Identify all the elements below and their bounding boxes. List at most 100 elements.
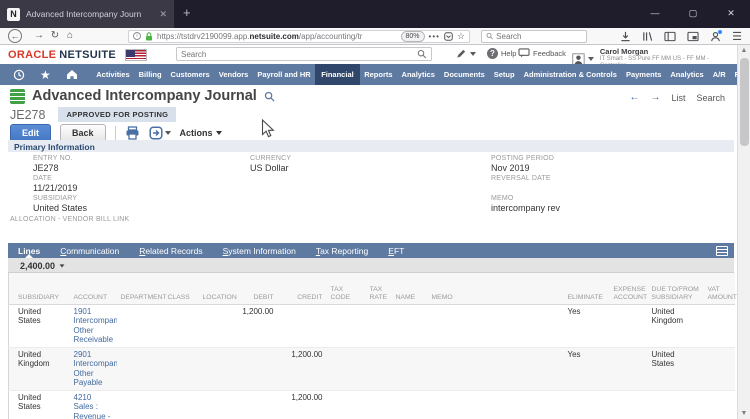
ns-home-icon[interactable] [66, 69, 78, 80]
minimize-icon[interactable]: — [636, 0, 674, 28]
menu-icon[interactable]: ☰ [732, 30, 742, 43]
printer-icon[interactable] [125, 126, 140, 140]
nav-item-activities[interactable]: Activities [92, 64, 134, 85]
field-label: CURRENCY [250, 155, 292, 162]
forward-icon[interactable]: → [33, 28, 45, 44]
actions-button[interactable]: Actions [180, 128, 222, 138]
next-record-icon[interactable]: → [650, 92, 660, 103]
scroll-down-icon[interactable]: ▼ [738, 410, 750, 417]
field-label: MEMO [491, 195, 514, 202]
divider [114, 125, 116, 141]
browser-search-field[interactable] [481, 29, 587, 43]
lines-total-dropdown[interactable]: 2,400.00 [8, 258, 734, 273]
nav-item-vendors[interactable]: Vendors [214, 64, 253, 85]
shortcuts-star-icon[interactable]: ★ [40, 68, 51, 82]
col-vat-amount: VAT AMOUNT [703, 273, 737, 305]
quick-create-button[interactable] [456, 48, 476, 59]
account-icon[interactable] [710, 30, 723, 42]
tab-eft[interactable]: EFT [378, 243, 414, 258]
site-info-icon[interactable]: i [133, 32, 141, 41]
tab-tax-reporting[interactable]: Tax Reporting [306, 243, 378, 258]
nav-item-payments[interactable]: Payments [621, 64, 665, 85]
col-class: CLASS [163, 273, 199, 305]
prev-record-icon[interactable]: ← [629, 92, 639, 103]
nav-item-admin-controls[interactable]: Administration & Controls [519, 64, 621, 85]
cell-eliminate: Yes [563, 347, 610, 391]
browser-tab[interactable]: N Advanced Intercompany Journ ✕ [0, 0, 174, 28]
library-icon[interactable] [642, 31, 653, 42]
quick-create-icon [457, 49, 466, 58]
account-link[interactable]: 2901 Intercompany Other Payable [69, 347, 117, 391]
reload-icon[interactable]: ↻ [49, 28, 61, 44]
nav-item-analytics-2[interactable]: Analytics [666, 64, 708, 85]
nav-item-customers[interactable]: Customers [166, 64, 214, 85]
browser-search-input[interactable] [496, 31, 582, 41]
sublist-layout-icon[interactable] [716, 245, 728, 256]
home-icon[interactable]: ⌂ [64, 28, 76, 44]
tab-system-information[interactable]: System Information [213, 243, 306, 258]
tab-title: Advanced Intercompany Journ [26, 9, 142, 19]
account-link[interactable]: 1901 Intercompany Other Receivable [69, 304, 117, 348]
table-row: United States 4210 Sales : Revenue - Ser… [8, 390, 735, 419]
back-icon[interactable]: ← [8, 29, 22, 43]
global-search-input[interactable] [181, 49, 418, 59]
search-icon [486, 33, 493, 40]
nav-item-documents[interactable]: Documents [439, 64, 489, 85]
account-link[interactable]: 4210 Sales : Revenue - Services [69, 390, 117, 419]
nav-item-financial[interactable]: Financial [315, 64, 360, 85]
record-number: JE278 [10, 107, 46, 122]
application-window: N Advanced Intercompany Journ ✕ + — ▢ ✕ … [0, 0, 750, 419]
picture-in-picture-icon[interactable] [687, 31, 699, 42]
cell-debit [237, 347, 278, 391]
nav-item-setup[interactable]: Setup [489, 64, 519, 85]
nav-item-analytics[interactable]: Analytics [397, 64, 439, 85]
tab-close-icon[interactable]: ✕ [159, 9, 167, 20]
global-search-field[interactable] [176, 47, 432, 61]
recent-records-icon[interactable] [13, 69, 25, 81]
maximize-icon[interactable]: ▢ [674, 0, 712, 28]
search-link[interactable]: Search [696, 93, 725, 103]
lock-icon[interactable] [145, 32, 153, 41]
feedback-icon [518, 48, 530, 58]
page-actions-icon[interactable]: ••• [429, 32, 440, 41]
help-button[interactable]: ? Help [487, 48, 516, 59]
col-tax-rate: TAX RATE [365, 273, 392, 305]
cell-eliminate [563, 390, 610, 419]
tab-related-records[interactable]: Related Records [129, 243, 212, 258]
scrollbar-thumb[interactable] [739, 58, 749, 146]
field-column-1: ENTRY NO. JE278 DATE 11/21/2019 SUBSIDIARY… [33, 155, 87, 215]
sidebar-icon[interactable] [664, 31, 676, 42]
downloads-icon[interactable] [620, 31, 631, 42]
tab-lines[interactable]: Lines [8, 243, 50, 258]
field-label: REVERSAL DATE [491, 175, 551, 182]
field-label: SUBSIDIARY [33, 195, 78, 202]
list-link[interactable]: List [671, 93, 685, 103]
nav-item-reports[interactable]: Reports [360, 64, 397, 85]
title-search-icon[interactable] [264, 91, 275, 102]
col-location: LOCATION [198, 273, 238, 305]
scroll-up-icon[interactable]: ▲ [738, 47, 750, 54]
bookmark-star-icon[interactable]: ☆ [457, 31, 465, 42]
close-icon[interactable]: ✕ [712, 0, 750, 28]
user-name: Carol Morgan [599, 47, 649, 56]
col-debit: DEBIT [237, 273, 278, 305]
export-icon [148, 126, 163, 140]
nav-item-ar[interactable]: A/R [708, 64, 730, 85]
cell-subsidiary: United States [8, 304, 70, 348]
us-flag-icon[interactable] [125, 49, 147, 61]
nav-item-payroll[interactable]: Payroll and HR [253, 64, 315, 85]
nav-item-billing[interactable]: Billing [134, 64, 166, 85]
field-value: US Dollar [250, 163, 289, 173]
page-zoom-badge[interactable]: 80% [400, 30, 425, 42]
search-icon[interactable] [417, 49, 427, 59]
page-scrollbar[interactable]: ▲ ▼ [737, 45, 750, 419]
field-value: intercompany rev [491, 203, 561, 213]
url-bar[interactable]: i https://tstdrv2190099.app. netsuite.com… [128, 29, 470, 43]
feedback-button[interactable]: Feedback [518, 48, 566, 58]
pocket-icon[interactable] [444, 31, 453, 41]
export-button[interactable] [148, 126, 171, 140]
netsuite-favicon: N [7, 7, 20, 21]
new-tab-icon[interactable]: + [183, 5, 191, 20]
tab-communication[interactable]: Communication [50, 243, 129, 258]
field-value: United States [33, 203, 88, 213]
